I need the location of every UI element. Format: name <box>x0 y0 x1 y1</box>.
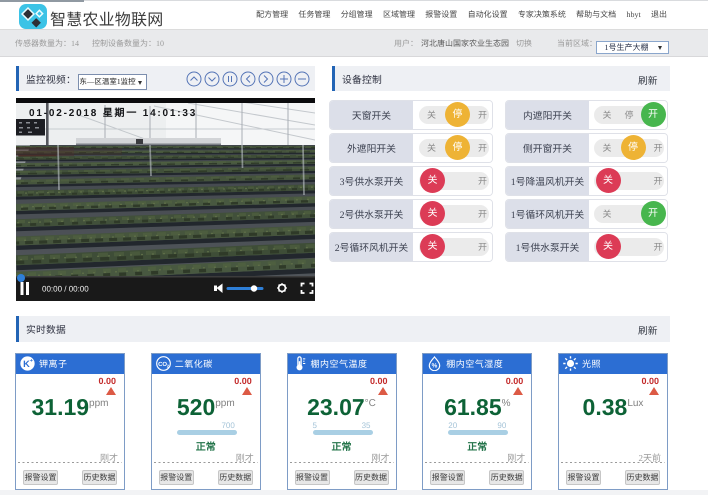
svg-text:CO: CO <box>158 361 167 368</box>
svg-text:01-02-2018 星期一 14:01:33: 01-02-2018 星期一 14:01:33 <box>29 107 197 119</box>
svg-text:00:00 / 00:00: 00:00 / 00:00 <box>42 285 89 294</box>
svg-text:+: + <box>30 358 33 364</box>
svg-text:%: % <box>432 363 438 370</box>
svg-text:2: 2 <box>167 364 169 369</box>
